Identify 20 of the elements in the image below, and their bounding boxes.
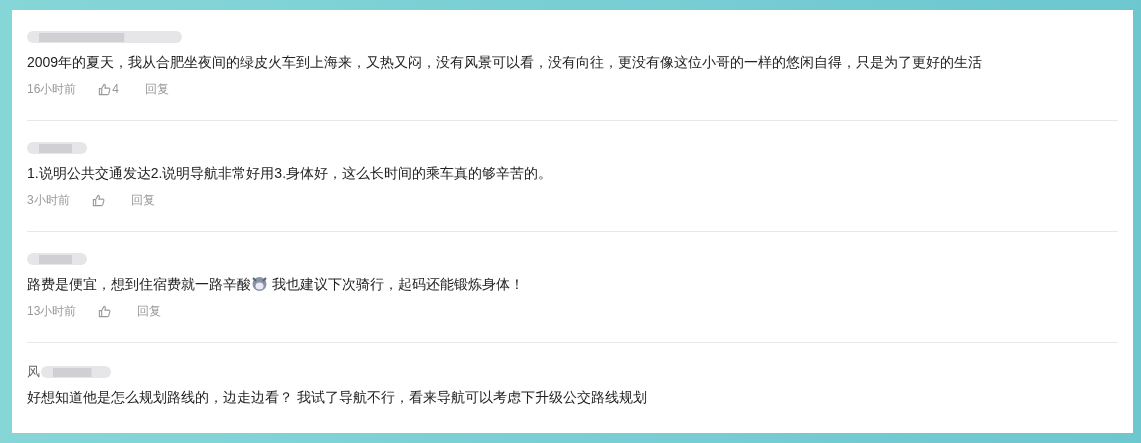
blurred-username-drawing	[41, 365, 111, 379]
blurred-username-drawing	[27, 252, 87, 266]
blurred-username-drawing	[27, 141, 87, 155]
timestamp: 3小时前	[27, 192, 70, 209]
timestamp: 13小时前	[27, 303, 77, 320]
reply-button[interactable]: 回复	[145, 80, 170, 98]
thumbs-up-icon[interactable]	[98, 82, 112, 96]
comment-text: 2009年的夏天，我从合肥坐夜间的绿皮火车到上海来，又热又闷，没有风景可以看，没有向往，更没有像这位小哥的一样的悠闲自得，只是为了更好的生活	[27, 54, 983, 70]
comment-text: 我也建议下次骑行，起码还能锻炼身体！	[270, 276, 524, 292]
comment-text: 路费是便宜，想到住宿费就一路辛酸	[27, 276, 251, 292]
reply-button[interactable]: 回复	[137, 302, 162, 320]
like-button[interactable]	[98, 304, 112, 318]
username[interactable]: 风	[27, 362, 40, 382]
timestamp: 16小时前	[27, 81, 77, 98]
reply-button[interactable]: 回复	[130, 191, 155, 209]
like-button[interactable]: 4	[98, 80, 120, 98]
comment-text: 好想知道他是怎么规划路线的，边走边看？ 我试了导航不行，看来导航可以考虑下升级公交路线规划	[27, 389, 647, 405]
emoji-icon	[251, 275, 268, 292]
like-button[interactable]	[91, 193, 105, 207]
comment-text: 1.说明公共交通发达2.说明导航非常好用3.身体好，这么长时间的乘车真的够辛苦的。	[27, 165, 553, 181]
